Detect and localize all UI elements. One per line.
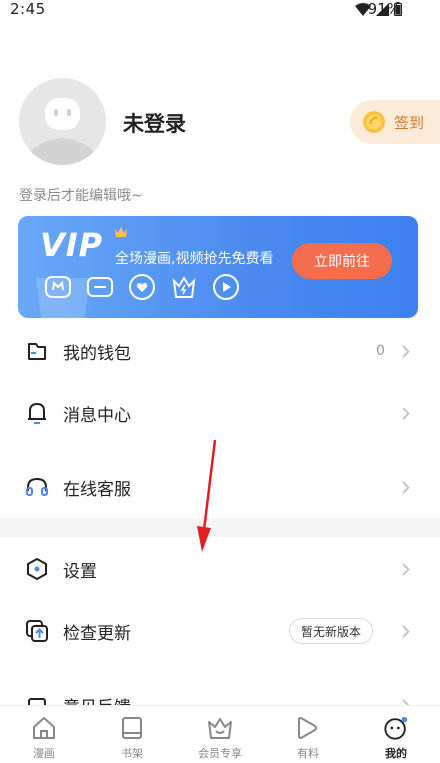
heart-benefit-icon: [128, 273, 156, 301]
video-benefit-icon: [212, 273, 240, 301]
vip-benefit-icons: [44, 273, 240, 301]
status-bar: 2:45 91%: [0, 0, 440, 20]
tab-vip[interactable]: 会员专享: [176, 706, 264, 763]
tab-label-vip: 会员专享: [198, 747, 242, 760]
menu-item-messages[interactable]: 消息中心: [0, 383, 440, 443]
vip-crown-icon: [207, 715, 233, 741]
default-avatar-icon: [19, 78, 106, 165]
coin-icon: [363, 111, 385, 133]
signin-label: 签到: [394, 113, 425, 132]
menu-item-settings[interactable]: 设置: [0, 539, 440, 599]
username[interactable]: 未登录: [123, 108, 186, 138]
menu-label-messages: 消息中心: [63, 405, 131, 426]
menu-item-wallet[interactable]: 我的钱包 0: [0, 321, 440, 381]
tab-label-bookshelf: 书架: [121, 747, 143, 760]
battery-percent: 91%: [367, 0, 401, 18]
tab-label-profile: 我的: [385, 747, 407, 760]
home-icon: [31, 715, 57, 741]
vip-crown-icon: [115, 227, 127, 237]
vip-go-button[interactable]: 立即前往: [292, 243, 392, 279]
tab-profile[interactable]: 我的: [352, 706, 440, 763]
tab-bookshelf[interactable]: 书架: [88, 706, 176, 763]
ad-free-icon: [86, 273, 114, 301]
avatar[interactable]: [19, 78, 106, 165]
chevron-right-icon: [400, 624, 412, 638]
tab-manga[interactable]: 漫画: [0, 706, 88, 763]
section-divider: [0, 518, 440, 537]
vip-description: 全场漫画,视频抢先免费看: [115, 251, 274, 267]
menu-item-support[interactable]: 在线客服: [0, 457, 440, 517]
wallet-icon: [24, 338, 50, 364]
vip-title: VIP: [40, 226, 104, 264]
menu-label-settings: 设置: [63, 561, 97, 582]
tab-label-manga: 漫画: [33, 747, 55, 760]
wallet-balance: 0: [376, 343, 385, 359]
signin-button[interactable]: 签到: [350, 100, 440, 144]
menu-label-wallet: 我的钱包: [63, 343, 131, 364]
status-time: 2:45: [10, 0, 46, 18]
menu-item-update[interactable]: 检查更新 暂无新版本: [0, 601, 440, 661]
vip-banner[interactable]: VIP 全场漫画,视频抢先免费看 立即前往: [18, 216, 418, 318]
profile-face-icon: [383, 715, 409, 741]
annotation-arrow-icon: [197, 439, 217, 552]
update-status-badge: 暂无新版本: [289, 618, 373, 644]
settings-hexagon-icon: [24, 556, 50, 582]
crown-benefit-icon: [170, 273, 198, 301]
chevron-right-icon: [400, 562, 412, 576]
bell-icon: [24, 400, 50, 426]
menu-label-support: 在线客服: [63, 479, 131, 500]
bottom-tab-bar: 漫画 书架 会员专享 有料 我的: [0, 705, 440, 763]
tab-label-feed: 有料: [297, 747, 319, 760]
chevron-right-icon: [400, 344, 412, 358]
chevron-right-icon: [400, 480, 412, 494]
menu-label-update: 检查更新: [63, 623, 131, 644]
bookshelf-icon: [119, 715, 145, 741]
update-icon: [24, 618, 50, 644]
play-icon: [295, 715, 321, 741]
headphones-icon: [24, 474, 50, 500]
chevron-right-icon: [400, 406, 412, 420]
login-hint: 登录后才能编辑哦~: [19, 188, 143, 204]
tab-feed[interactable]: 有料: [264, 706, 352, 763]
manga-benefit-icon: [44, 273, 72, 301]
